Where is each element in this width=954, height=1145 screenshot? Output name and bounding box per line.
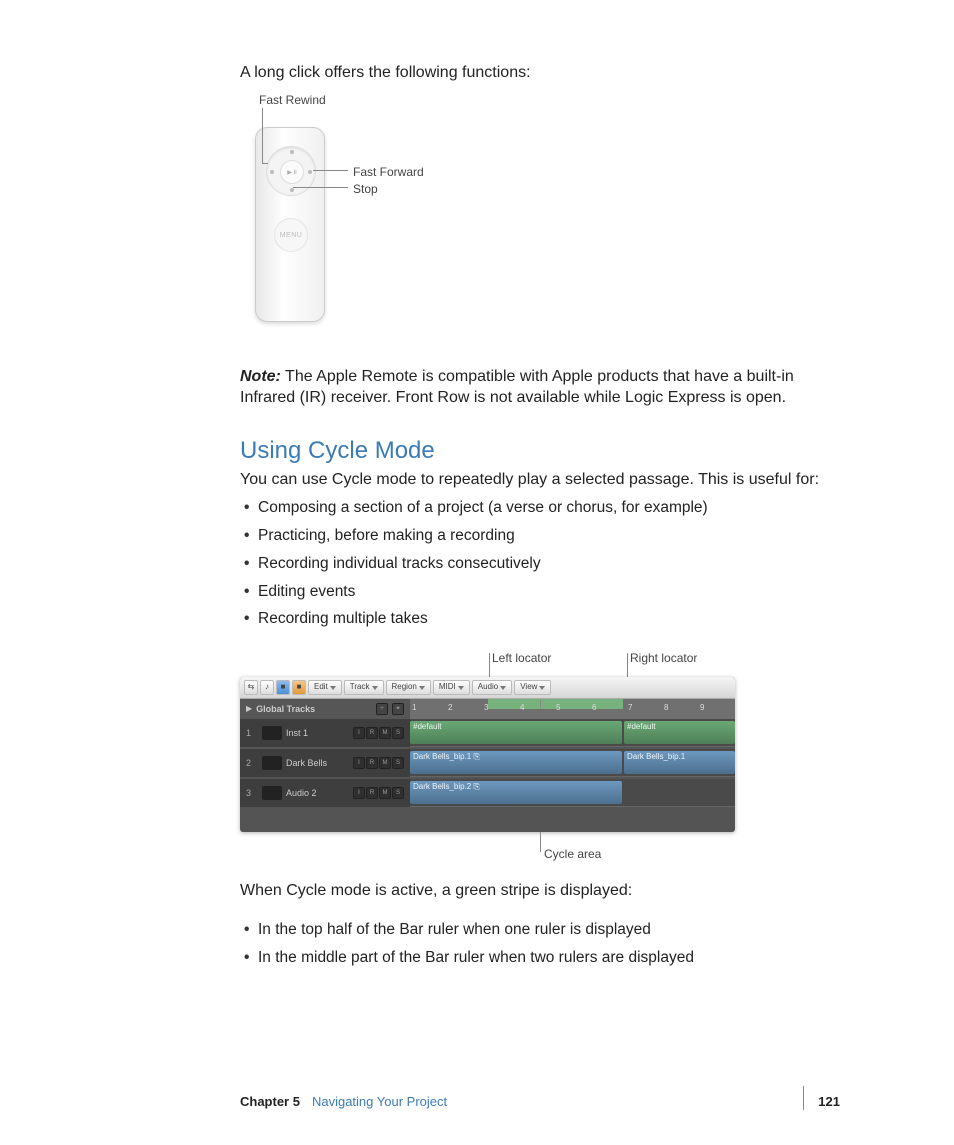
solo-button: S: [392, 787, 404, 799]
ruler-tick: 5: [556, 703, 560, 714]
region: Dark Bells_bip.1 ⎘: [410, 751, 622, 774]
bullet-item: Recording individual tracks consecutivel…: [240, 554, 840, 575]
right-locator-label: Right locator: [630, 650, 697, 666]
track-menu: Track: [344, 680, 384, 695]
bullet-item: Composing a section of a project (a vers…: [240, 498, 840, 519]
bullet-item: In the middle part of the Bar ruler when…: [240, 948, 840, 969]
footer-title: Navigating Your Project: [312, 1093, 818, 1111]
bullet-item: Editing events: [240, 582, 840, 603]
intro-text: A long click offers the following functi…: [240, 62, 840, 84]
track-lane: Dark Bells_bip.2 ⎘: [410, 779, 735, 807]
ruler-tick: 4: [520, 703, 524, 714]
rewind-icon: [270, 170, 274, 174]
note-prefix: Note:: [240, 368, 281, 385]
input-button: I: [353, 757, 365, 769]
region: Dark Bells_bip.1: [624, 751, 735, 774]
track-lane: #default#default: [410, 719, 735, 747]
edit-menu: Edit: [308, 680, 342, 695]
region: #default: [624, 721, 735, 744]
left-locator-label: Left locator: [492, 650, 551, 666]
ruler-tick: 8: [664, 703, 668, 714]
ruler-tick: 2: [448, 703, 452, 714]
plus-icon: [290, 150, 294, 154]
remote-nav-ring: ▶ II: [266, 146, 316, 196]
bullet-list-a: Composing a section of a project (a vers…: [240, 498, 840, 631]
instrument-icon: [262, 786, 282, 800]
input-button: I: [353, 727, 365, 739]
ruler-tick: 9: [700, 703, 704, 714]
tool-orange-icon: ■: [292, 680, 306, 695]
section-heading: Using Cycle Mode: [240, 435, 840, 467]
region: #default: [410, 721, 622, 744]
forward-label: Fast Forward: [353, 164, 424, 180]
after-text: When Cycle mode is active, a green strip…: [240, 880, 840, 902]
instrument-icon: [262, 726, 282, 740]
minus-icon: [290, 188, 294, 192]
plus-icon: +: [376, 703, 388, 715]
view-menu: View: [514, 680, 551, 695]
region-menu: Region: [386, 680, 431, 695]
mute-button: M: [379, 727, 391, 739]
page-footer: Chapter 5 Navigating Your Project 121: [240, 1093, 840, 1111]
tool-blue-icon: ■: [276, 680, 290, 695]
arrange-window: ⇆ ♪ ■ ■ Edit Track Region MIDI Audio Vie…: [240, 677, 735, 832]
solo-button: S: [392, 727, 404, 739]
midi-menu: MIDI: [433, 680, 470, 695]
track-header: 1Inst 1IRMS: [240, 719, 410, 747]
play-pause-button: ▶ II: [280, 160, 304, 184]
global-tracks-header: ▶ Global Tracks + ✦: [240, 699, 410, 719]
link-icon: ⇆: [244, 680, 258, 695]
forward-icon: [308, 170, 312, 174]
stop-label: Stop: [353, 181, 378, 197]
remote-body: ▶ II MENU: [255, 127, 325, 322]
note-body: The Apple Remote is compatible with Appl…: [240, 368, 794, 407]
note-paragraph: Note: The Apple Remote is compatible wit…: [240, 366, 840, 409]
bullet-item: Recording multiple takes: [240, 609, 840, 630]
instrument-icon: [262, 756, 282, 770]
ruler-tick: 7: [628, 703, 632, 714]
rewind-label: Fast Rewind: [259, 92, 326, 108]
catch-icon: ♪: [260, 680, 274, 695]
track-header: 2Dark BellsIRMS: [240, 749, 410, 777]
bullet-list-b: In the top half of the Bar ruler when on…: [240, 920, 840, 969]
gear-icon: ✦: [392, 703, 404, 715]
footer-page-number: 121: [818, 1093, 840, 1111]
track-lane: Dark Bells_bip.1 ⎘Dark Bells_bip.1: [410, 749, 735, 777]
remote-diagram: ▶ II MENU Fast Rewind Fast Forward Stop: [255, 102, 505, 352]
bullet-item: Practicing, before making a recording: [240, 526, 840, 547]
section-intro: You can use Cycle mode to repeatedly pla…: [240, 469, 840, 491]
footer-chapter: Chapter 5: [240, 1093, 300, 1111]
region: Dark Bells_bip.2 ⎘: [410, 781, 622, 804]
ruler-tick: 1: [412, 703, 416, 714]
track-header: 3Audio 2IRMS: [240, 779, 410, 807]
mute-button: M: [379, 757, 391, 769]
solo-button: S: [392, 757, 404, 769]
cycle-area-label: Cycle area: [544, 846, 601, 862]
arrange-diagram: Left locator Right locator ⇆ ♪ ■ ■ Edit …: [240, 650, 740, 850]
arrange-toolbar: ⇆ ♪ ■ ■ Edit Track Region MIDI Audio Vie…: [240, 677, 735, 699]
ruler-tick: 6: [592, 703, 596, 714]
bar-ruler: 1 2 3 4 5 6 7 8 9: [410, 699, 735, 719]
ruler-tick: 3: [484, 703, 488, 714]
record-button: R: [366, 757, 378, 769]
audio-menu: Audio: [472, 680, 512, 695]
bullet-item: In the top half of the Bar ruler when on…: [240, 920, 840, 941]
input-button: I: [353, 787, 365, 799]
mute-button: M: [379, 787, 391, 799]
record-button: R: [366, 727, 378, 739]
menu-button: MENU: [274, 218, 308, 252]
record-button: R: [366, 787, 378, 799]
